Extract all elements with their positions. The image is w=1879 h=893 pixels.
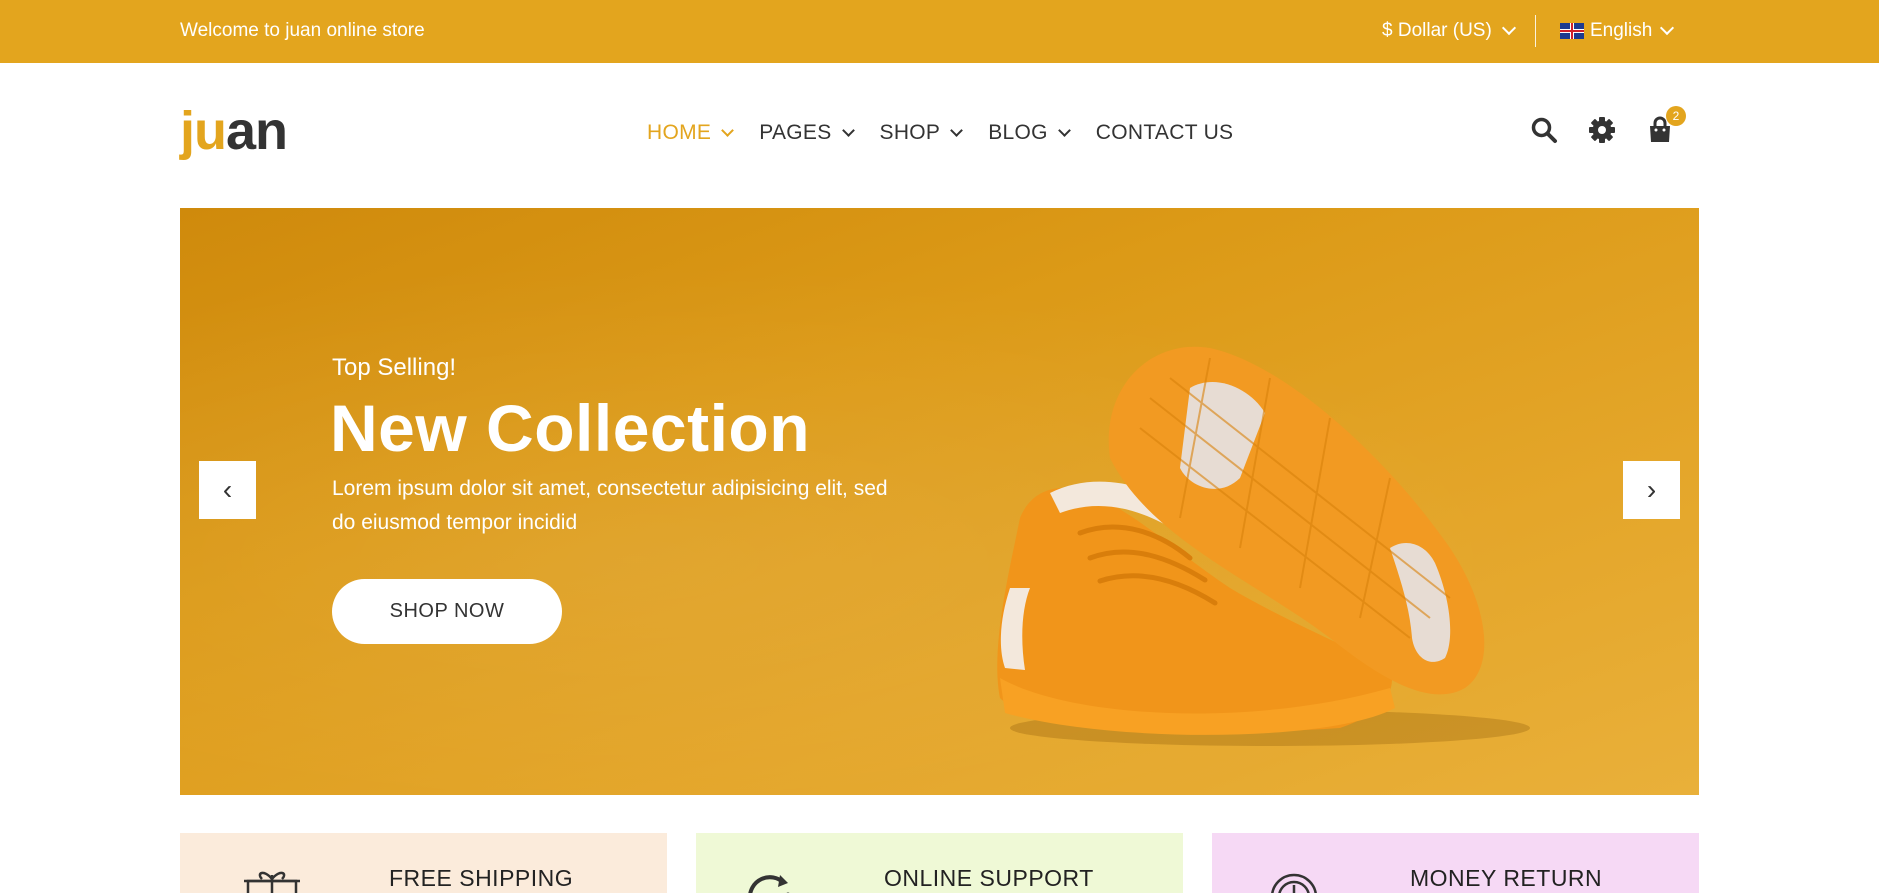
feature-money-return: MONEY RETURN (1212, 833, 1699, 893)
currency-label: $ Dollar (US) (1382, 20, 1492, 41)
hero-description: Lorem ipsum dolor sit amet, consectetur … (332, 477, 888, 534)
uk-flag-icon (1560, 23, 1584, 39)
chevron-down-icon (841, 124, 855, 137)
hero-slider: Top Selling! New Collection Lorem ipsum … (180, 208, 1699, 795)
search-icon[interactable] (1530, 116, 1558, 144)
settings-icon[interactable] (1588, 116, 1616, 144)
support-icon (748, 875, 790, 893)
chevron-down-icon (1660, 20, 1675, 36)
site-logo[interactable]: ju an (180, 100, 288, 162)
chevron-down-icon (950, 124, 964, 137)
feature-online-support: ONLINE SUPPORT (696, 833, 1183, 893)
logo-part-dark: an (226, 101, 288, 161)
nav-contact-label: CONTACT US (1095, 121, 1234, 144)
slider-prev-button[interactable]: ‹ (199, 461, 256, 519)
nav-home-label: HOME (647, 121, 712, 144)
topbar-divider (1535, 15, 1536, 47)
logo-part-accent: ju (180, 101, 227, 161)
nav-contact[interactable]: CONTACT US (1096, 121, 1234, 145)
welcome-text: Welcome to juan online store (180, 20, 425, 41)
sneaker-image (997, 346, 1530, 746)
chevron-down-icon (1501, 20, 1516, 36)
nav-shop-label: SHOP (879, 121, 941, 144)
cart-count-badge: 2 (1666, 106, 1686, 126)
feature-free-shipping: FREE SHIPPING (180, 833, 667, 893)
nav-blog-label: BLOG (988, 121, 1048, 144)
nav-blog[interactable]: BLOG (988, 121, 1071, 145)
slider-next-button[interactable]: › (1623, 461, 1680, 519)
hero-eyebrow: Top Selling! (332, 354, 457, 381)
feature-label: FREE SHIPPING (389, 865, 574, 891)
main-nav: HOME PAGES SHOP BLOG CONTACT US (647, 121, 1260, 145)
nav-pages[interactable]: PAGES (759, 121, 855, 145)
nav-pages-label: PAGES (759, 121, 832, 144)
top-bar: Welcome to juan online store $ Dollar (U… (0, 0, 1879, 63)
hero-title: New Collection (330, 391, 811, 465)
language-label: English (1590, 20, 1653, 41)
chevron-down-icon (721, 124, 735, 137)
header-icons: 2 (1530, 106, 1686, 144)
money-return-icon (1271, 873, 1317, 893)
language-selector[interactable]: English (1560, 20, 1675, 42)
gift-icon (244, 871, 300, 893)
cart-icon[interactable]: 2 (1646, 106, 1686, 144)
nav-home[interactable]: HOME (647, 121, 735, 145)
shop-now-button[interactable]: SHOP NOW (332, 579, 562, 644)
chevron-down-icon (1057, 124, 1071, 137)
nav-shop[interactable]: SHOP (879, 121, 964, 145)
feature-label: MONEY RETURN (1410, 865, 1603, 891)
currency-selector[interactable]: $ Dollar (US) (1382, 20, 1516, 42)
feature-label: ONLINE SUPPORT (884, 865, 1094, 891)
